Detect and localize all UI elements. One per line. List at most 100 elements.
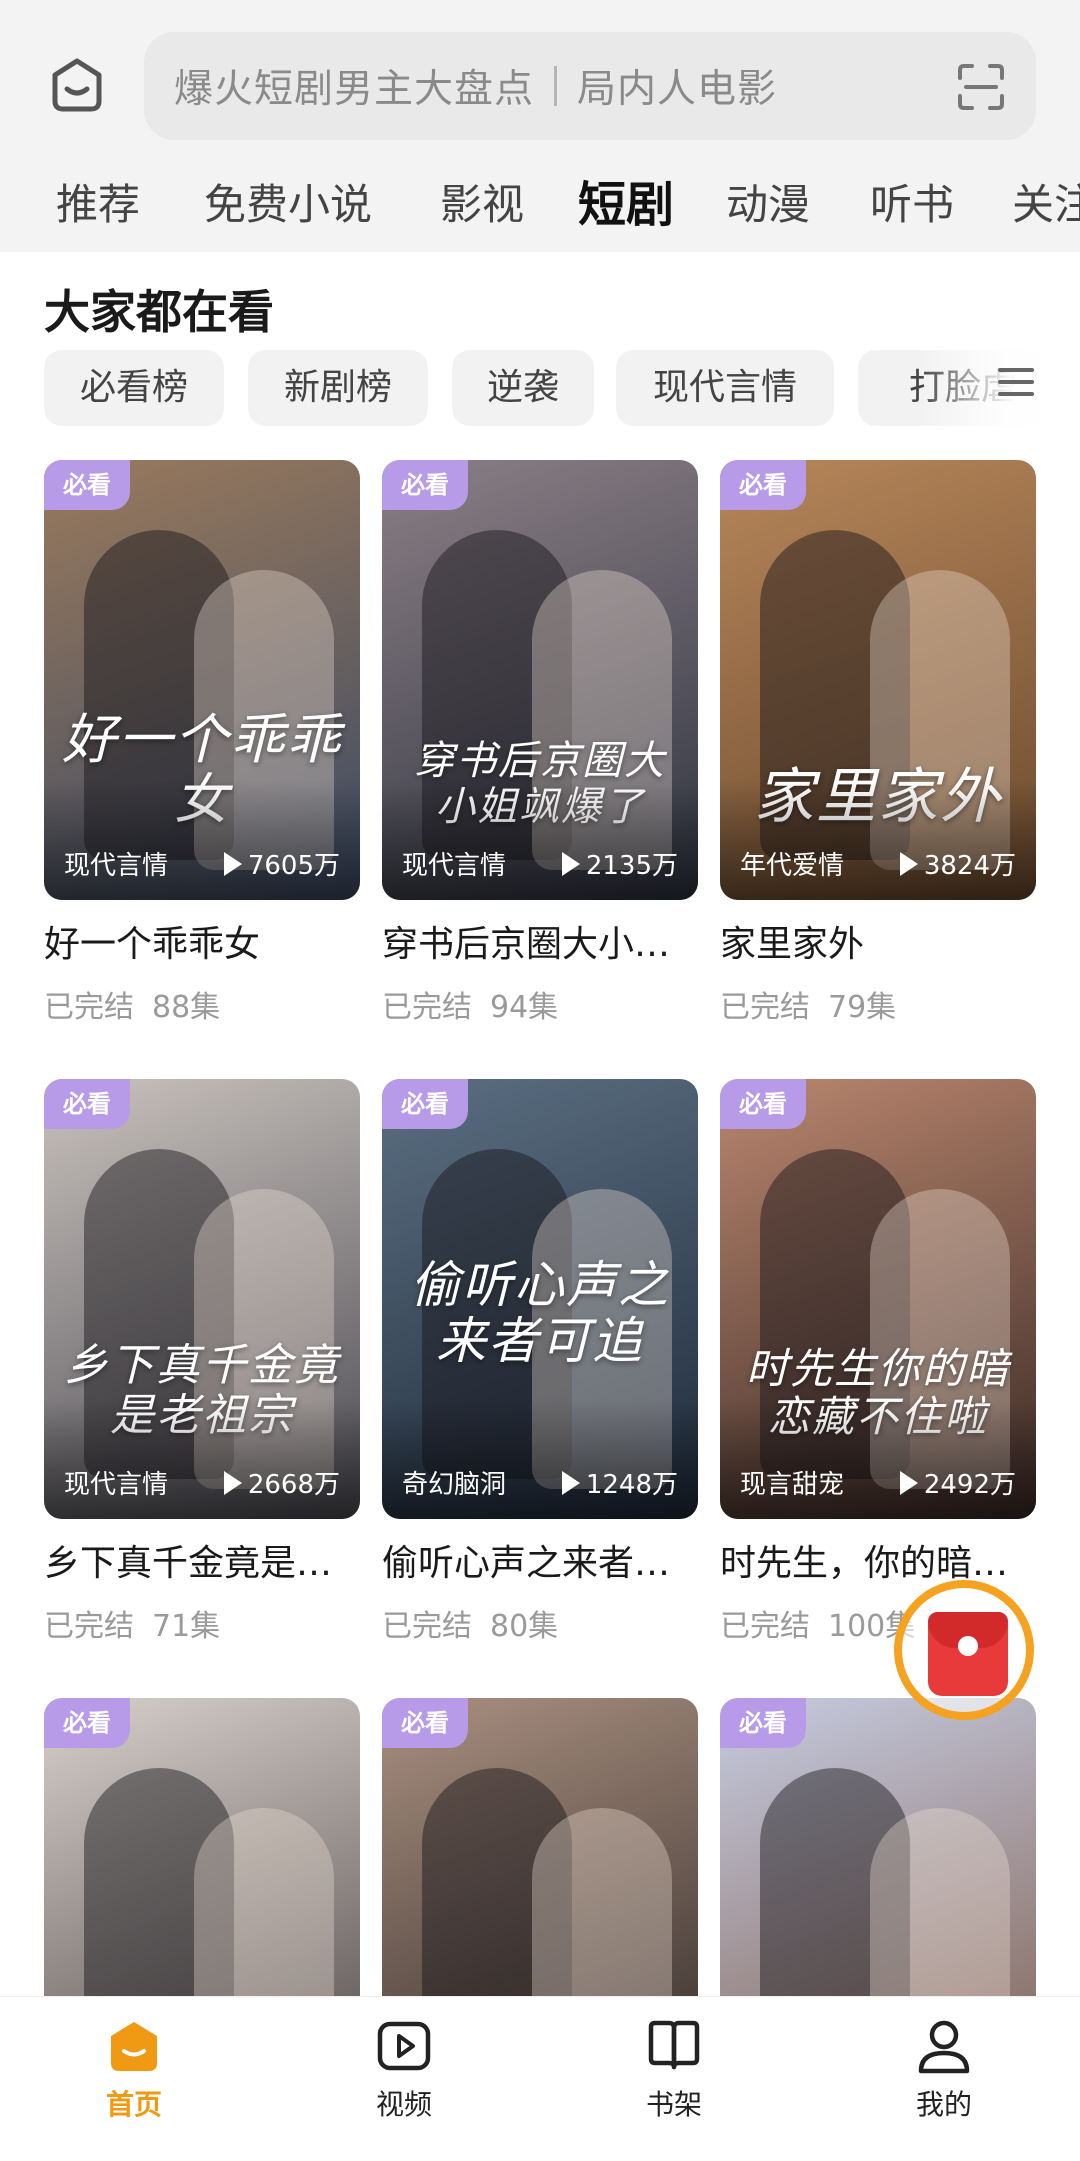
tab-anime[interactable]: 动漫 (726, 170, 810, 240)
red-packet-button[interactable] (894, 1580, 1034, 1720)
drama-poster[interactable]: 必看好一个乖乖女现代言情7605万 (44, 460, 360, 900)
drama-card[interactable]: 必看好一个乖乖女现代言情7605万好一个乖乖女已完结88集 (44, 460, 360, 1026)
drama-title[interactable]: 时先生，你的暗… (720, 1539, 1036, 1589)
nav-bookshelf-label: 书架 (645, 2088, 702, 2121)
play-count: 2668万 (223, 1464, 340, 1501)
tab-recommend[interactable]: 推荐 (56, 170, 140, 240)
app-logo-icon (52, 58, 102, 112)
search-hint-right: 局内人电影 (577, 67, 778, 112)
drama-meta: 已完结 80集 (382, 1601, 698, 1645)
tab-audiobooks[interactable]: 听书 (870, 170, 954, 240)
filter-chips: 必看榜 新剧榜 逆袭 现代言情 打脸虐 (44, 350, 1080, 428)
drama-meta: 已完结 79集 (720, 982, 1036, 1026)
play-icon (899, 1470, 918, 1495)
play-count: 7605万 (223, 845, 340, 882)
search-bar[interactable]: 爆火短剧男主大盘点 局内人电影 (144, 32, 1036, 140)
play-icon (223, 1470, 242, 1495)
tab-short-drama[interactable]: 短剧 (578, 170, 674, 240)
genre-label: 现言甜宠 (740, 1470, 845, 1500)
chip-new-dramas[interactable]: 新剧榜 (248, 350, 428, 426)
section-title: 大家都在看 (44, 285, 274, 339)
drama-title[interactable]: 好一个乖乖女 (44, 920, 360, 970)
drama-poster[interactable]: 必看时先生你的暗恋藏不住啦现言甜宠2492万 (720, 1079, 1036, 1519)
poster-shade (44, 780, 360, 900)
drama-card[interactable]: 必看家里家外年代爱情3824万家里家外已完结79集 (720, 460, 1036, 1026)
menu-icon[interactable] (996, 352, 1036, 412)
play-count-value: 2668万 (247, 1470, 340, 1500)
genre-label: 现代言情 (402, 851, 507, 881)
app-logo-button[interactable] (44, 52, 110, 118)
chip-modern-romance[interactable]: 现代言情 (616, 350, 834, 426)
drama-episodes: 71集 (152, 1609, 221, 1644)
home-icon (111, 2022, 157, 2071)
poster-shade (44, 1399, 360, 1519)
poster-shade (720, 780, 1036, 900)
search-hint-left: 爆火短剧男主大盘点 (174, 67, 535, 112)
drama-card[interactable]: 必看 偷听心声之来者可追 奇幻脑洞 1248万 偷听心声之来者… 已完结 80集 (382, 1079, 698, 1645)
nav-profile[interactable]: 我的 (874, 2017, 1014, 2123)
genre-label: 年代爱情 (740, 851, 845, 881)
must-watch-badge: 必看 (44, 1698, 130, 1748)
drama-status: 已完结 (382, 990, 472, 1025)
category-tabs: 推荐 免费小说 影视 短剧 动漫 听书 关注 (0, 170, 1080, 240)
drama-title[interactable]: 穿书后京圈大小… (382, 920, 698, 970)
drama-title[interactable]: 乡下真千金竟是… (44, 1539, 360, 1589)
tab-free-novels[interactable]: 免费小说 (204, 170, 372, 240)
drama-meta: 已完结 94集 (382, 982, 698, 1026)
play-icon (561, 851, 580, 876)
poster-shade (382, 780, 698, 900)
drama-poster[interactable]: 必看 偷听心声之来者可追 奇幻脑洞 1248万 (382, 1079, 698, 1519)
bookshelf-icon (648, 2020, 700, 2070)
bottom-navigation: 首页 视频 书架 我的 (0, 1996, 1080, 2161)
play-icon (899, 851, 918, 876)
top-header: 爆火短剧男主大盘点 局内人电影 推荐 免费小说 影视 短剧 动漫 听书 关注 (0, 0, 1080, 252)
drama-card[interactable]: 必看穿书后京圈大小姐飒爆了现代言情2135万穿书后京圈大小…已完结94集 (382, 460, 698, 1026)
nav-video-label: 视频 (375, 2088, 432, 2121)
drama-card[interactable]: 必看时先生你的暗恋藏不住啦现言甜宠2492万时先生，你的暗…已完结100集 (720, 1079, 1036, 1645)
profile-icon (918, 2020, 970, 2074)
tab-following[interactable]: 关注 (1012, 170, 1080, 240)
play-icon (561, 1470, 580, 1495)
genre-label: 现代言情 (64, 851, 169, 881)
chip-comeback[interactable]: 逆袭 (452, 350, 594, 426)
drama-status: 已完结 (720, 990, 810, 1025)
drama-poster[interactable]: 必看家里家外年代爱情3824万 (720, 460, 1036, 900)
must-watch-badge: 必看 (382, 460, 468, 510)
drama-episodes: 88集 (152, 990, 221, 1025)
must-watch-badge: 必看 (720, 1079, 806, 1129)
drama-status: 已完结 (720, 1609, 810, 1644)
play-count-value: 3824万 (923, 851, 1016, 881)
scan-icon[interactable] (956, 62, 1006, 112)
play-count: 2135万 (561, 845, 678, 882)
drama-poster[interactable]: 必看乡下真千金竟是老祖宗现代言情2668万 (44, 1079, 360, 1519)
play-count-value: 7605万 (247, 851, 340, 881)
tab-film-tv[interactable]: 影视 (440, 170, 524, 240)
drama-card[interactable]: 必看乡下真千金竟是老祖宗现代言情2668万乡下真千金竟是… 已完结71集 (44, 1079, 360, 1645)
must-watch-badge: 必看 (720, 460, 806, 510)
play-count-value: 2135万 (585, 851, 678, 881)
drama-meta: 已完结 71集 (44, 1601, 360, 1645)
nav-bookshelf[interactable]: 书架 (604, 2017, 744, 2123)
video-icon (377, 2021, 431, 2071)
app-root: 爆火短剧男主大盘点 局内人电影 推荐 免费小说 影视 短剧 动漫 听书 关注 大… (0, 0, 1080, 2161)
drama-title[interactable]: 家里家外 (720, 920, 1036, 970)
play-icon (223, 851, 242, 876)
nav-video[interactable]: 视频 (334, 2017, 474, 2123)
nav-home[interactable]: 首页 (64, 2017, 204, 2123)
nav-home-label: 首页 (105, 2088, 162, 2121)
drama-status: 已完结 (382, 1609, 472, 1644)
play-count: 3824万 (899, 845, 1016, 882)
drama-poster[interactable]: 必看穿书后京圈大小姐飒爆了现代言情2135万 (382, 460, 698, 900)
drama-episodes: 80集 (490, 1609, 559, 1644)
search-separator (554, 66, 558, 106)
nav-profile-label: 我的 (915, 2088, 972, 2121)
poster-title-art: 偷听心声之来者可追 (410, 1256, 670, 1370)
must-watch-badge: 必看 (44, 460, 130, 510)
genre-label: 奇幻脑洞 (402, 1470, 507, 1500)
drama-title[interactable]: 偷听心声之来者… (382, 1539, 698, 1589)
play-count: 1248万 (561, 1464, 678, 1501)
drama-episodes: 94集 (490, 990, 559, 1025)
chip-must-watch[interactable]: 必看榜 (44, 350, 224, 426)
play-count-value: 2492万 (923, 1470, 1016, 1500)
poster-shade (720, 1399, 1036, 1519)
